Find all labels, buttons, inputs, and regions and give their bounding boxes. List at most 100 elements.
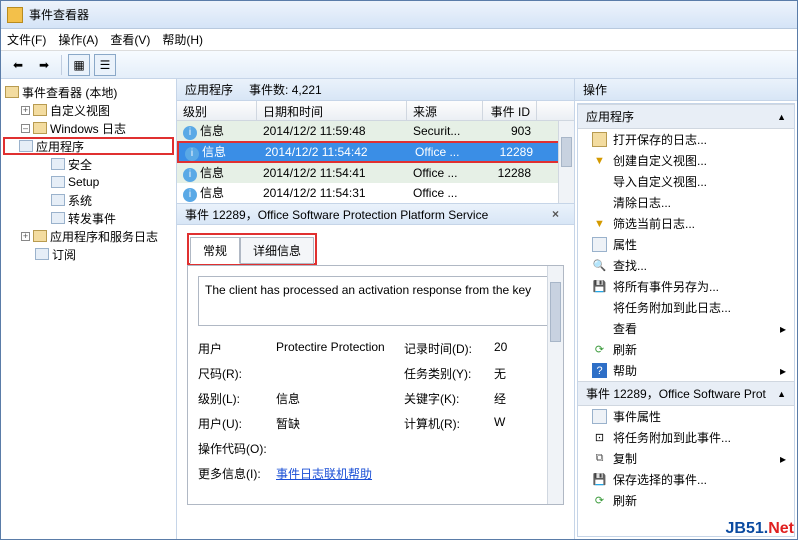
main-pane: 应用程序 事件数: 4,221 级别 日期和时间 来源 事件 ID i信息 20… bbox=[177, 79, 575, 539]
action-properties[interactable]: 属性 bbox=[578, 234, 794, 255]
action-create-view[interactable]: ▼创建自定义视图... bbox=[578, 150, 794, 171]
event-viewer-window: 事件查看器 文件(F) 操作(A) 查看(V) 帮助(H) ⬅ ➡ ▦ ☰ 事件… bbox=[0, 0, 798, 540]
menu-action[interactable]: 操作(A) bbox=[58, 31, 98, 48]
menu-file[interactable]: 文件(F) bbox=[7, 31, 46, 48]
table-row[interactable]: i信息 2014/12/2 11:54:41Office ...12288 bbox=[177, 163, 574, 183]
titlebar[interactable]: 事件查看器 bbox=[1, 1, 797, 29]
toolbar-btn-1[interactable]: ▦ bbox=[68, 54, 90, 76]
tree-apps-services[interactable]: +应用程序和服务日志 bbox=[3, 227, 174, 245]
actions-section-event[interactable]: 事件 12289，Office Software Prot...▲ bbox=[578, 381, 794, 406]
main-header-count: 事件数: 4,221 bbox=[249, 81, 322, 98]
action-save-selected[interactable]: 💾保存选择的事件... bbox=[578, 469, 794, 490]
help-icon: ? bbox=[592, 363, 607, 378]
tree-root[interactable]: 事件查看器 (本地) bbox=[3, 83, 174, 101]
main-header: 应用程序 事件数: 4,221 bbox=[177, 79, 574, 101]
action-save-all[interactable]: 💾将所有事件另存为... bbox=[578, 276, 794, 297]
tree-subscriptions[interactable]: 订阅 bbox=[3, 245, 174, 263]
action-open-saved-log[interactable]: 打开保存的日志... bbox=[578, 129, 794, 150]
clear-icon bbox=[592, 195, 607, 210]
action-import-view[interactable]: 导入自定义视图... bbox=[578, 171, 794, 192]
action-event-properties[interactable]: 事件属性 bbox=[578, 406, 794, 427]
detail-title: 事件 12289，Office Software Protection Plat… bbox=[185, 206, 488, 223]
log-icon bbox=[51, 212, 65, 224]
tab-general[interactable]: 常规 bbox=[190, 237, 240, 264]
action-copy[interactable]: ⧉复制▸ bbox=[578, 448, 794, 469]
menu-help[interactable]: 帮助(H) bbox=[162, 31, 203, 48]
detail-scrollbar[interactable] bbox=[547, 266, 563, 504]
actions-section-app[interactable]: 应用程序▲ bbox=[578, 104, 794, 129]
tree-system[interactable]: 系统 bbox=[3, 191, 174, 209]
action-filter-log[interactable]: ▼筛选当前日志... bbox=[578, 213, 794, 234]
tab-details[interactable]: 详细信息 bbox=[240, 237, 314, 264]
actions-pane: 操作 应用程序▲ 打开保存的日志... ▼创建自定义视图... 导入自定义视图.… bbox=[575, 79, 797, 539]
action-help[interactable]: ?帮助▸ bbox=[578, 360, 794, 381]
task-icon bbox=[592, 300, 607, 315]
chevron-right-icon: ▸ bbox=[780, 322, 786, 336]
action-view[interactable]: 查看▸ bbox=[578, 318, 794, 339]
nav-back-button[interactable]: ⬅ bbox=[7, 54, 29, 76]
folder-open-icon bbox=[592, 132, 607, 147]
log-icon bbox=[19, 140, 33, 152]
tree-security[interactable]: 安全 bbox=[3, 155, 174, 173]
event-properties-grid: 用户Protectire Protection 记录时间(D):20 尺码(R)… bbox=[198, 340, 553, 482]
log-icon bbox=[51, 194, 65, 206]
folder-icon bbox=[33, 230, 47, 242]
window-title: 事件查看器 bbox=[29, 6, 89, 23]
action-clear-log[interactable]: 清除日志... bbox=[578, 192, 794, 213]
toolbar-btn-2[interactable]: ☰ bbox=[94, 54, 116, 76]
toolbar: ⬅ ➡ ▦ ☰ bbox=[1, 51, 797, 79]
expand-icon[interactable]: + bbox=[21, 106, 30, 115]
tree-application[interactable]: 应用程序 bbox=[3, 137, 174, 155]
col-eventid[interactable]: 事件 ID bbox=[483, 101, 537, 120]
info-icon: i bbox=[183, 188, 197, 202]
log-icon bbox=[51, 158, 65, 170]
folder-icon bbox=[33, 122, 47, 134]
chevron-right-icon: ▸ bbox=[780, 452, 786, 466]
action-refresh-2[interactable]: ⟳刷新 bbox=[578, 490, 794, 511]
nav-tree[interactable]: 事件查看器 (本地) +自定义视图 –Windows 日志 应用程序 安全 Se… bbox=[1, 79, 177, 539]
table-row-selected[interactable]: i信息 2014/12/2 11:54:42Office ...12289 bbox=[177, 141, 574, 163]
table-row[interactable]: i信息 2014/12/2 11:59:48Securit...903 bbox=[177, 121, 574, 141]
chevron-up-icon: ▲ bbox=[777, 389, 786, 399]
menubar: 文件(F) 操作(A) 查看(V) 帮助(H) bbox=[1, 29, 797, 51]
folder-icon bbox=[5, 86, 19, 98]
tree-custom-views[interactable]: +自定义视图 bbox=[3, 101, 174, 119]
chevron-up-icon: ▲ bbox=[777, 112, 786, 122]
info-icon: i bbox=[185, 147, 199, 161]
grid-scrollbar[interactable] bbox=[558, 121, 574, 203]
grid-body[interactable]: i信息 2014/12/2 11:59:48Securit...903 i信息 … bbox=[177, 121, 574, 203]
folder-icon bbox=[33, 104, 47, 116]
detail-tabs: 常规 详细信息 bbox=[187, 233, 317, 265]
table-row[interactable]: i信息 2014/12/2 11:54:31Office ... bbox=[177, 183, 574, 203]
grid-header: 级别 日期和时间 来源 事件 ID bbox=[177, 101, 574, 121]
refresh-icon: ⟳ bbox=[592, 342, 607, 357]
col-source[interactable]: 来源 bbox=[407, 101, 483, 120]
tree-setup[interactable]: Setup bbox=[3, 173, 174, 191]
tree-windows-logs[interactable]: –Windows 日志 bbox=[3, 119, 174, 137]
event-message: The client has processed an activation r… bbox=[198, 276, 553, 326]
filter-icon: ▼ bbox=[592, 153, 607, 168]
action-refresh[interactable]: ⟳刷新 bbox=[578, 339, 794, 360]
log-icon bbox=[51, 176, 65, 188]
detail-body: The client has processed an activation r… bbox=[187, 265, 564, 505]
copy-icon: ⧉ bbox=[592, 451, 607, 466]
save-icon: 💾 bbox=[592, 472, 607, 487]
action-attach-task-log[interactable]: 将任务附加到此日志... bbox=[578, 297, 794, 318]
nav-fwd-button[interactable]: ➡ bbox=[33, 54, 55, 76]
detail-header: 事件 12289，Office Software Protection Plat… bbox=[177, 203, 574, 225]
close-icon[interactable]: × bbox=[552, 207, 566, 221]
task-icon: ⊡ bbox=[592, 430, 607, 445]
col-datetime[interactable]: 日期和时间 bbox=[257, 101, 407, 120]
info-icon: i bbox=[183, 126, 197, 140]
watermark: JB51.Net bbox=[726, 520, 794, 538]
action-attach-task-event[interactable]: ⊡将任务附加到此事件... bbox=[578, 427, 794, 448]
expand-icon[interactable]: + bbox=[21, 232, 30, 241]
menu-view[interactable]: 查看(V) bbox=[110, 31, 150, 48]
action-find[interactable]: 🔍查找... bbox=[578, 255, 794, 276]
collapse-icon[interactable]: – bbox=[21, 124, 30, 133]
col-level[interactable]: 级别 bbox=[177, 101, 257, 120]
info-icon: i bbox=[183, 168, 197, 182]
find-icon: 🔍 bbox=[592, 258, 607, 273]
tree-forwarded[interactable]: 转发事件 bbox=[3, 209, 174, 227]
online-help-link[interactable]: 事件日志联机帮助 bbox=[276, 467, 372, 481]
